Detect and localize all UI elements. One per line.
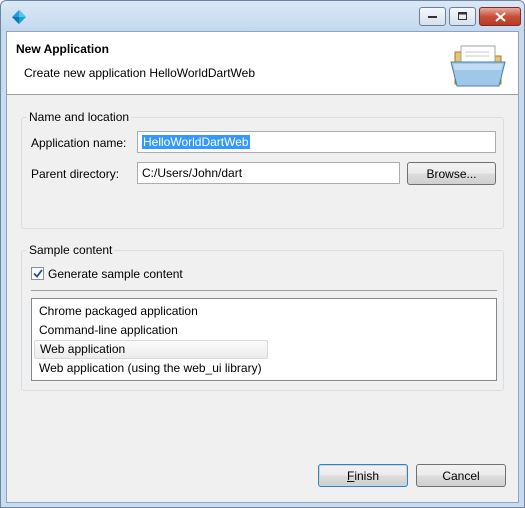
close-button[interactable]	[479, 7, 521, 26]
list-item[interactable]: Chrome packaged application	[34, 302, 203, 321]
sample-content-group: Sample content Generate sample content C…	[21, 243, 504, 391]
separator	[31, 290, 497, 291]
wizard-header: New Application Create new application H…	[7, 32, 518, 95]
dialog-client-area: New Application Create new application H…	[6, 31, 519, 503]
generate-sample-label[interactable]: Generate sample content	[48, 267, 183, 281]
list-item[interactable]: Command-line application	[34, 321, 183, 340]
name-location-group-label: Name and location	[27, 110, 132, 124]
list-item-selected[interactable]: Web application	[34, 340, 268, 359]
close-icon	[494, 11, 506, 22]
page-title: New Application	[16, 42, 109, 56]
parent-dir-label: Parent directory:	[31, 167, 120, 181]
parent-dir-input[interactable]: C:/Users/John/dart	[137, 162, 400, 184]
app-name-selected-text: HelloWorldDartWeb	[142, 135, 250, 149]
list-item[interactable]: Web application (using the web_ui librar…	[34, 359, 267, 378]
finish-label-rest: inish	[354, 468, 380, 483]
dart-logo-icon	[11, 9, 27, 25]
dialog-window: New Application Create new application H…	[0, 0, 525, 508]
checkmark-icon	[32, 269, 43, 278]
page-description: Create new application HelloWorldDartWeb	[24, 66, 255, 80]
generate-sample-checkbox[interactable]	[31, 267, 44, 280]
app-name-label: Application name:	[31, 136, 127, 150]
minimize-button[interactable]	[419, 7, 446, 26]
finish-button[interactable]: Finish	[318, 464, 408, 487]
open-folder-icon	[449, 40, 509, 90]
minimize-icon	[427, 15, 437, 18]
cancel-button[interactable]: Cancel	[416, 464, 506, 487]
sample-type-list[interactable]: Chrome packaged application Command-line…	[31, 298, 497, 381]
maximize-button[interactable]	[449, 7, 476, 26]
title-bar[interactable]	[1, 1, 524, 31]
maximize-icon	[457, 12, 467, 20]
browse-button[interactable]: Browse...	[407, 162, 496, 185]
sample-content-group-label: Sample content	[27, 243, 115, 257]
app-name-input[interactable]: HelloWorldDartWeb	[137, 131, 496, 153]
name-location-group: Name and location Application name: Hell…	[21, 110, 504, 229]
finish-mnemonic: F	[346, 468, 355, 483]
